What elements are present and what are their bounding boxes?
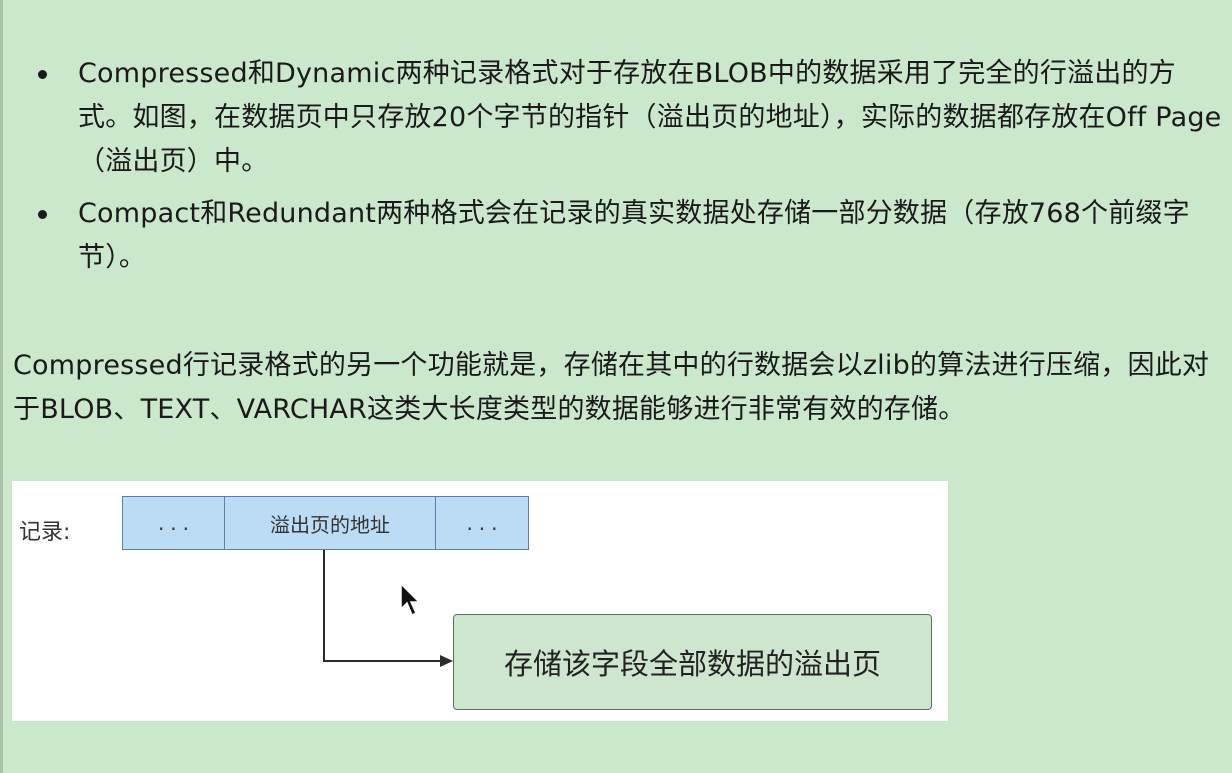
record-label: 记录:	[19, 520, 71, 545]
compressed-paragraph: Compressed行记录格式的另一个功能就是，存储在其中的行数据会以zlib的…	[13, 350, 1210, 425]
overflow-page-box: 存储该字段全部数据的溢出页	[453, 614, 932, 710]
record-cell-ellipsis-left: ...	[122, 496, 225, 550]
bullet-dot-icon	[38, 210, 47, 219]
bullet-item-compressed-dynamic: Compressed和Dynamic两种记录格式对于存放在BLOB中的数据采用了…	[0, 52, 1232, 184]
overflow-diagram: 记录: ... 溢出页的地址 ... 存储该字段全部数据的溢出页	[12, 481, 948, 721]
mouse-cursor-icon	[400, 583, 421, 617]
record-cell-overflow-address: 溢出页的地址	[224, 496, 436, 550]
bullet-text: Compact和Redundant两种格式会在记录的真实数据处存储一部分数据（存…	[78, 198, 1190, 273]
bullet-dot-icon	[38, 70, 47, 79]
bullet-text: Compressed和Dynamic两种记录格式对于存放在BLOB中的数据采用了…	[78, 58, 1222, 177]
bullet-item-compact-redundant: Compact和Redundant两种格式会在记录的真实数据处存储一部分数据（存…	[0, 192, 1232, 280]
bullet-list: Compressed和Dynamic两种记录格式对于存放在BLOB中的数据采用了…	[0, 52, 1232, 288]
record-cell-ellipsis-right: ...	[435, 496, 529, 550]
